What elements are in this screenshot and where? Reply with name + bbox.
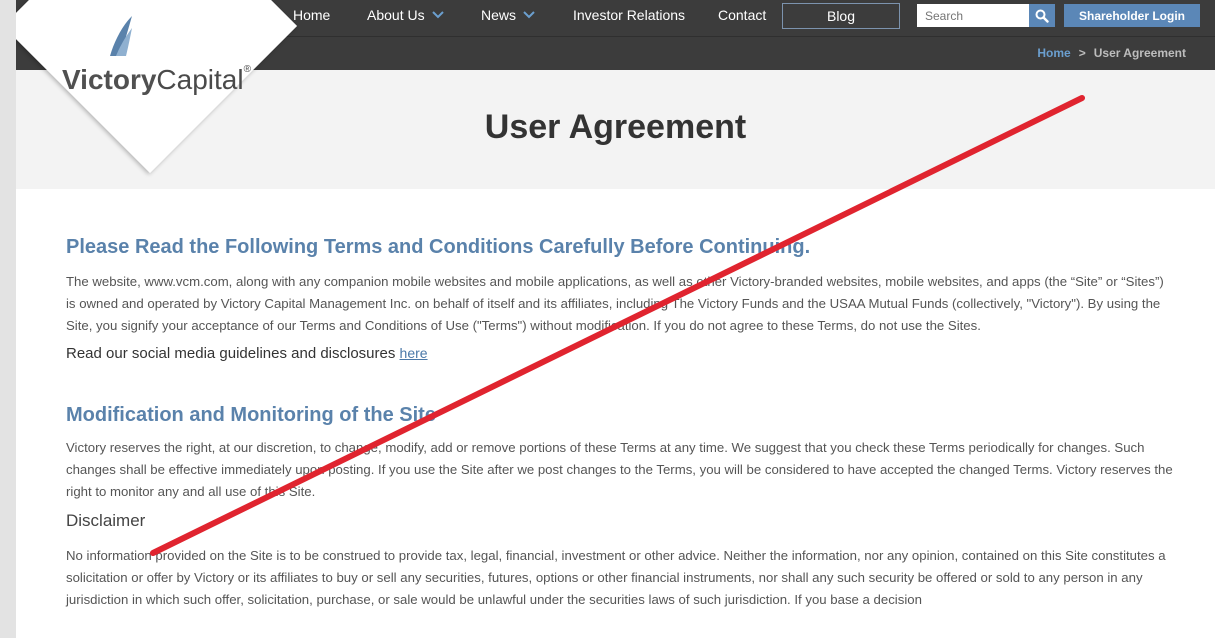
modification-paragraph: Victory reserves the right, at our discr… bbox=[66, 440, 1173, 499]
main-content: Please Read the Following Terms and Cond… bbox=[66, 236, 1176, 611]
login-label: Shareholder Login bbox=[1078, 8, 1185, 23]
disclaimer-heading: Disclaimer bbox=[66, 511, 146, 530]
nav-contact-label: Contact bbox=[718, 7, 767, 23]
blog-label: Blog bbox=[826, 8, 856, 24]
page: Home About Us News Investor Relations Co… bbox=[16, 0, 1215, 638]
social-media-text: Read our social media guidelines and dis… bbox=[66, 345, 396, 362]
logo-brand-light: Capital bbox=[156, 64, 244, 95]
search-icon bbox=[1035, 9, 1049, 23]
blog-button[interactable]: Blog bbox=[782, 3, 900, 29]
nav-about-us[interactable]: About Us bbox=[367, 7, 445, 23]
search-button[interactable] bbox=[1029, 4, 1055, 27]
logo-brand-bold: Victory bbox=[62, 64, 157, 95]
modification-heading: Modification and Monitoring of the Site bbox=[66, 404, 436, 426]
breadcrumb: Home > User Agreement bbox=[1037, 46, 1186, 60]
social-media-line: Read our social media guidelines and dis… bbox=[66, 345, 1176, 362]
terms-paragraph: The website, www.vcm.com, along with any… bbox=[66, 274, 1164, 333]
nav-investor-relations[interactable]: Investor Relations bbox=[573, 7, 685, 23]
disclaimer-paragraph: No information provided on the Site is t… bbox=[66, 548, 1166, 607]
nav-about-label: About Us bbox=[367, 7, 425, 23]
nav-news-label: News bbox=[481, 7, 517, 23]
nav-news[interactable]: News bbox=[481, 7, 536, 23]
breadcrumb-home-link[interactable]: Home bbox=[1037, 46, 1070, 60]
terms-heading: Please Read the Following Terms and Cond… bbox=[66, 236, 811, 258]
shareholder-login-button[interactable]: Shareholder Login bbox=[1064, 4, 1200, 27]
chevron-down-icon bbox=[523, 11, 535, 19]
logo[interactable]: VictoryCapital® bbox=[16, 0, 304, 180]
logo-wordmark: VictoryCapital® bbox=[62, 64, 251, 96]
logo-registered-mark: ® bbox=[243, 64, 251, 75]
nav-contact[interactable]: Contact bbox=[718, 7, 766, 23]
nav-investor-label: Investor Relations bbox=[573, 7, 686, 23]
social-media-here-link[interactable]: here bbox=[400, 345, 428, 361]
breadcrumb-current: User Agreement bbox=[1093, 46, 1186, 60]
breadcrumb-separator: > bbox=[1078, 46, 1086, 60]
chevron-down-icon bbox=[431, 11, 444, 19]
victory-flag-icon bbox=[110, 16, 132, 56]
search-input[interactable] bbox=[917, 4, 1029, 27]
